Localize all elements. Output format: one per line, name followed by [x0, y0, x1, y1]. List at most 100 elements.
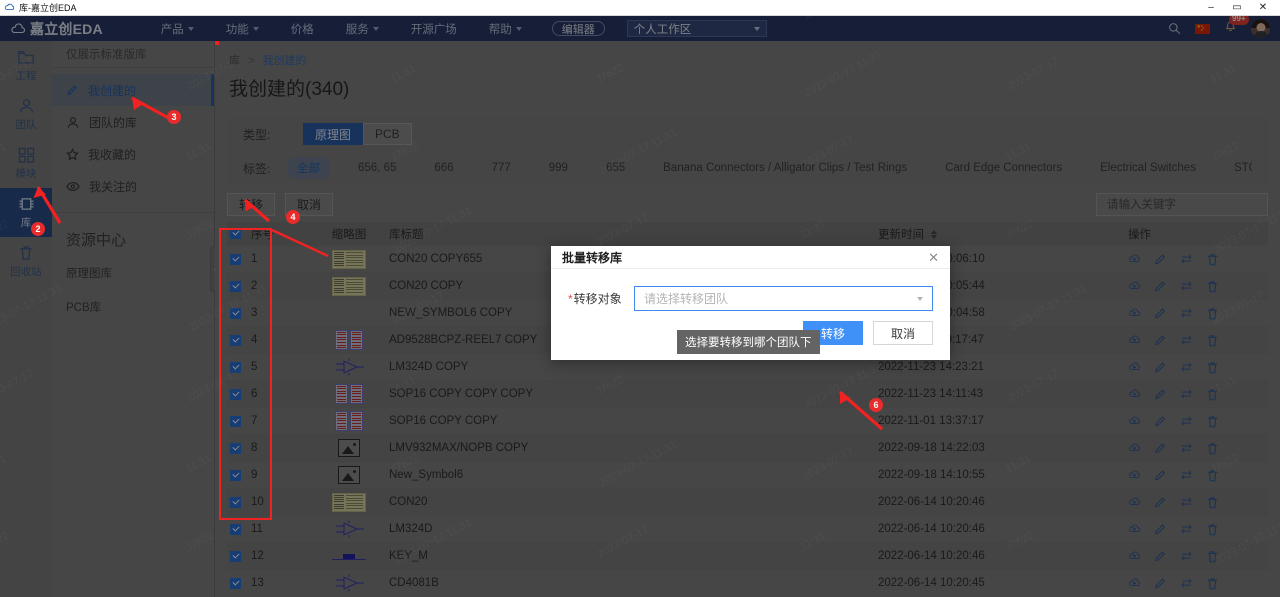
tag-all[interactable]: 全部 — [287, 157, 330, 179]
pencil-edit-icon[interactable] — [1154, 442, 1167, 455]
table-row[interactable]: 7 SOP16 COPY COPY 2022-11-01 13:37:17 — [227, 407, 1268, 434]
row-title[interactable]: LMV932MAX/NOPB COPY — [389, 442, 878, 454]
trash-delete-icon[interactable] — [1206, 307, 1219, 320]
sort-arrows-icon[interactable] — [931, 229, 938, 239]
tag-item[interactable]: 656, 65 — [348, 159, 406, 177]
cloud-upload-icon[interactable] — [1128, 334, 1141, 347]
pencil-edit-icon[interactable] — [1154, 253, 1167, 266]
row-title[interactable]: SOP16 COPY COPY — [389, 415, 878, 427]
tag-item[interactable]: Banana Connectors / Alligator Clips / Te… — [653, 159, 917, 177]
row-select-cell[interactable] — [227, 523, 243, 535]
trash-delete-icon[interactable] — [1206, 361, 1219, 374]
nav-item-pricing[interactable]: 价格 — [275, 21, 330, 37]
nav-item-features[interactable]: 功能 — [210, 21, 275, 37]
table-row[interactable]: 13 CD4081B 2022-06-14 10:20:45 — [227, 569, 1268, 596]
cloud-upload-icon[interactable] — [1128, 307, 1141, 320]
tag-item[interactable]: 655 — [596, 159, 635, 177]
row-select-cell[interactable] — [227, 550, 243, 562]
cloud-upload-icon[interactable] — [1128, 442, 1141, 455]
trash-delete-icon[interactable] — [1206, 550, 1219, 563]
table-row[interactable]: 8 LMV932MAX/NOPB COPY 2022-09-18 14:22:03 — [227, 434, 1268, 461]
transfer-icon[interactable] — [1180, 388, 1193, 401]
avatar[interactable] — [1251, 19, 1270, 38]
nav-item-products[interactable]: 产品 — [145, 21, 210, 37]
row-title[interactable]: CD4081B — [389, 577, 878, 589]
nav-item-opensource[interactable]: 开源广场 — [395, 21, 473, 37]
tag-item[interactable]: 666 — [424, 159, 463, 177]
pencil-edit-icon[interactable] — [1154, 361, 1167, 374]
trash-delete-icon[interactable] — [1206, 469, 1219, 482]
china-flag-icon[interactable]: ★ ★ ★ ★ — [1195, 23, 1210, 34]
tag-item[interactable]: STC — [1224, 159, 1252, 177]
table-row[interactable]: 12 KEY_M 2022-06-14 10:20:46 — [227, 542, 1268, 569]
trash-delete-icon[interactable] — [1206, 280, 1219, 293]
row-select-cell[interactable] — [227, 577, 243, 589]
pencil-edit-icon[interactable] — [1154, 523, 1167, 536]
transfer-icon[interactable] — [1180, 280, 1193, 293]
cloud-upload-icon[interactable] — [1128, 550, 1141, 563]
row-title[interactable]: KEY_M — [389, 550, 878, 562]
trash-delete-icon[interactable] — [1206, 415, 1219, 428]
cloud-upload-icon[interactable] — [1128, 496, 1141, 509]
table-row[interactable]: 11 LM324D 2022-06-14 10:20:46 — [227, 515, 1268, 542]
cloud-upload-icon[interactable] — [1128, 388, 1141, 401]
tag-item[interactable]: Card Edge Connectors — [935, 159, 1072, 177]
cloud-upload-icon[interactable] — [1128, 469, 1141, 482]
pencil-edit-icon[interactable] — [1154, 550, 1167, 563]
row-checkbox[interactable] — [229, 523, 241, 535]
row-title[interactable]: LM324D — [389, 523, 878, 535]
transfer-icon[interactable] — [1180, 307, 1193, 320]
nav-item-help[interactable]: 帮助 — [473, 21, 538, 37]
type-option-pcb[interactable]: PCB — [363, 123, 412, 145]
pencil-edit-icon[interactable] — [1154, 415, 1167, 428]
row-checkbox[interactable] — [229, 577, 241, 589]
cloud-upload-icon[interactable] — [1128, 577, 1141, 590]
transfer-icon[interactable] — [1180, 253, 1193, 266]
workspace-select[interactable]: 个人工作区 — [626, 20, 767, 37]
transfer-icon[interactable] — [1180, 361, 1193, 374]
search-icon[interactable] — [1168, 22, 1181, 35]
close-icon[interactable]: ✕ — [928, 251, 939, 264]
search-box[interactable] — [1096, 193, 1268, 216]
sidebar-link-pcb-library[interactable]: PCB库 — [52, 290, 214, 324]
transfer-icon[interactable] — [1180, 523, 1193, 536]
column-updated[interactable]: 更新时间 — [878, 226, 1128, 242]
sidebar-item-following[interactable]: 我关注的 — [52, 170, 214, 202]
table-row[interactable]: 6 SOP16 COPY COPY COPY 2022-11-23 14:11:43 — [227, 380, 1268, 407]
maximize-button[interactable]: ▭ — [1224, 0, 1250, 16]
transfer-icon[interactable] — [1180, 415, 1193, 428]
rail-item-recycle[interactable]: 回收站 — [0, 237, 52, 286]
transfer-icon[interactable] — [1180, 550, 1193, 563]
breadcrumb-current[interactable]: 我创建的 — [263, 55, 307, 67]
close-button[interactable]: ✕ — [1250, 0, 1276, 16]
modal-cancel-button[interactable]: 取消 — [873, 321, 933, 345]
rail-item-project[interactable]: 工程 — [0, 41, 52, 90]
pencil-edit-icon[interactable] — [1154, 280, 1167, 293]
transfer-icon[interactable] — [1180, 442, 1193, 455]
trash-delete-icon[interactable] — [1206, 388, 1219, 401]
brand-logo[interactable]: 嘉立创EDA — [10, 19, 103, 39]
cloud-upload-icon[interactable] — [1128, 361, 1141, 374]
minimize-button[interactable]: – — [1198, 0, 1224, 16]
rail-item-team[interactable]: 团队 — [0, 90, 52, 139]
transfer-target-select[interactable]: 请选择转移团队 — [634, 286, 933, 311]
sidebar-item-favorites[interactable]: 我收藏的 — [52, 138, 214, 170]
pencil-edit-icon[interactable] — [1154, 577, 1167, 590]
tag-item[interactable]: Electrical Switches — [1090, 159, 1206, 177]
pencil-edit-icon[interactable] — [1154, 469, 1167, 482]
table-row[interactable]: 10 CON20 2022-06-14 10:20:46 — [227, 488, 1268, 515]
trash-delete-icon[interactable] — [1206, 253, 1219, 266]
transfer-icon[interactable] — [1180, 469, 1193, 482]
trash-delete-icon[interactable] — [1206, 523, 1219, 536]
pencil-edit-icon[interactable] — [1154, 496, 1167, 509]
transfer-icon[interactable] — [1180, 496, 1193, 509]
trash-delete-icon[interactable] — [1206, 334, 1219, 347]
row-title[interactable]: CON20 — [389, 496, 878, 508]
sidebar-link-schematic-library[interactable]: 原理图库 — [52, 256, 214, 290]
breadcrumb-root[interactable]: 库 — [229, 55, 240, 67]
trash-delete-icon[interactable] — [1206, 496, 1219, 509]
tag-item[interactable]: 999 — [539, 159, 578, 177]
transfer-icon[interactable] — [1180, 577, 1193, 590]
cloud-upload-icon[interactable] — [1128, 415, 1141, 428]
row-checkbox[interactable] — [229, 550, 241, 562]
